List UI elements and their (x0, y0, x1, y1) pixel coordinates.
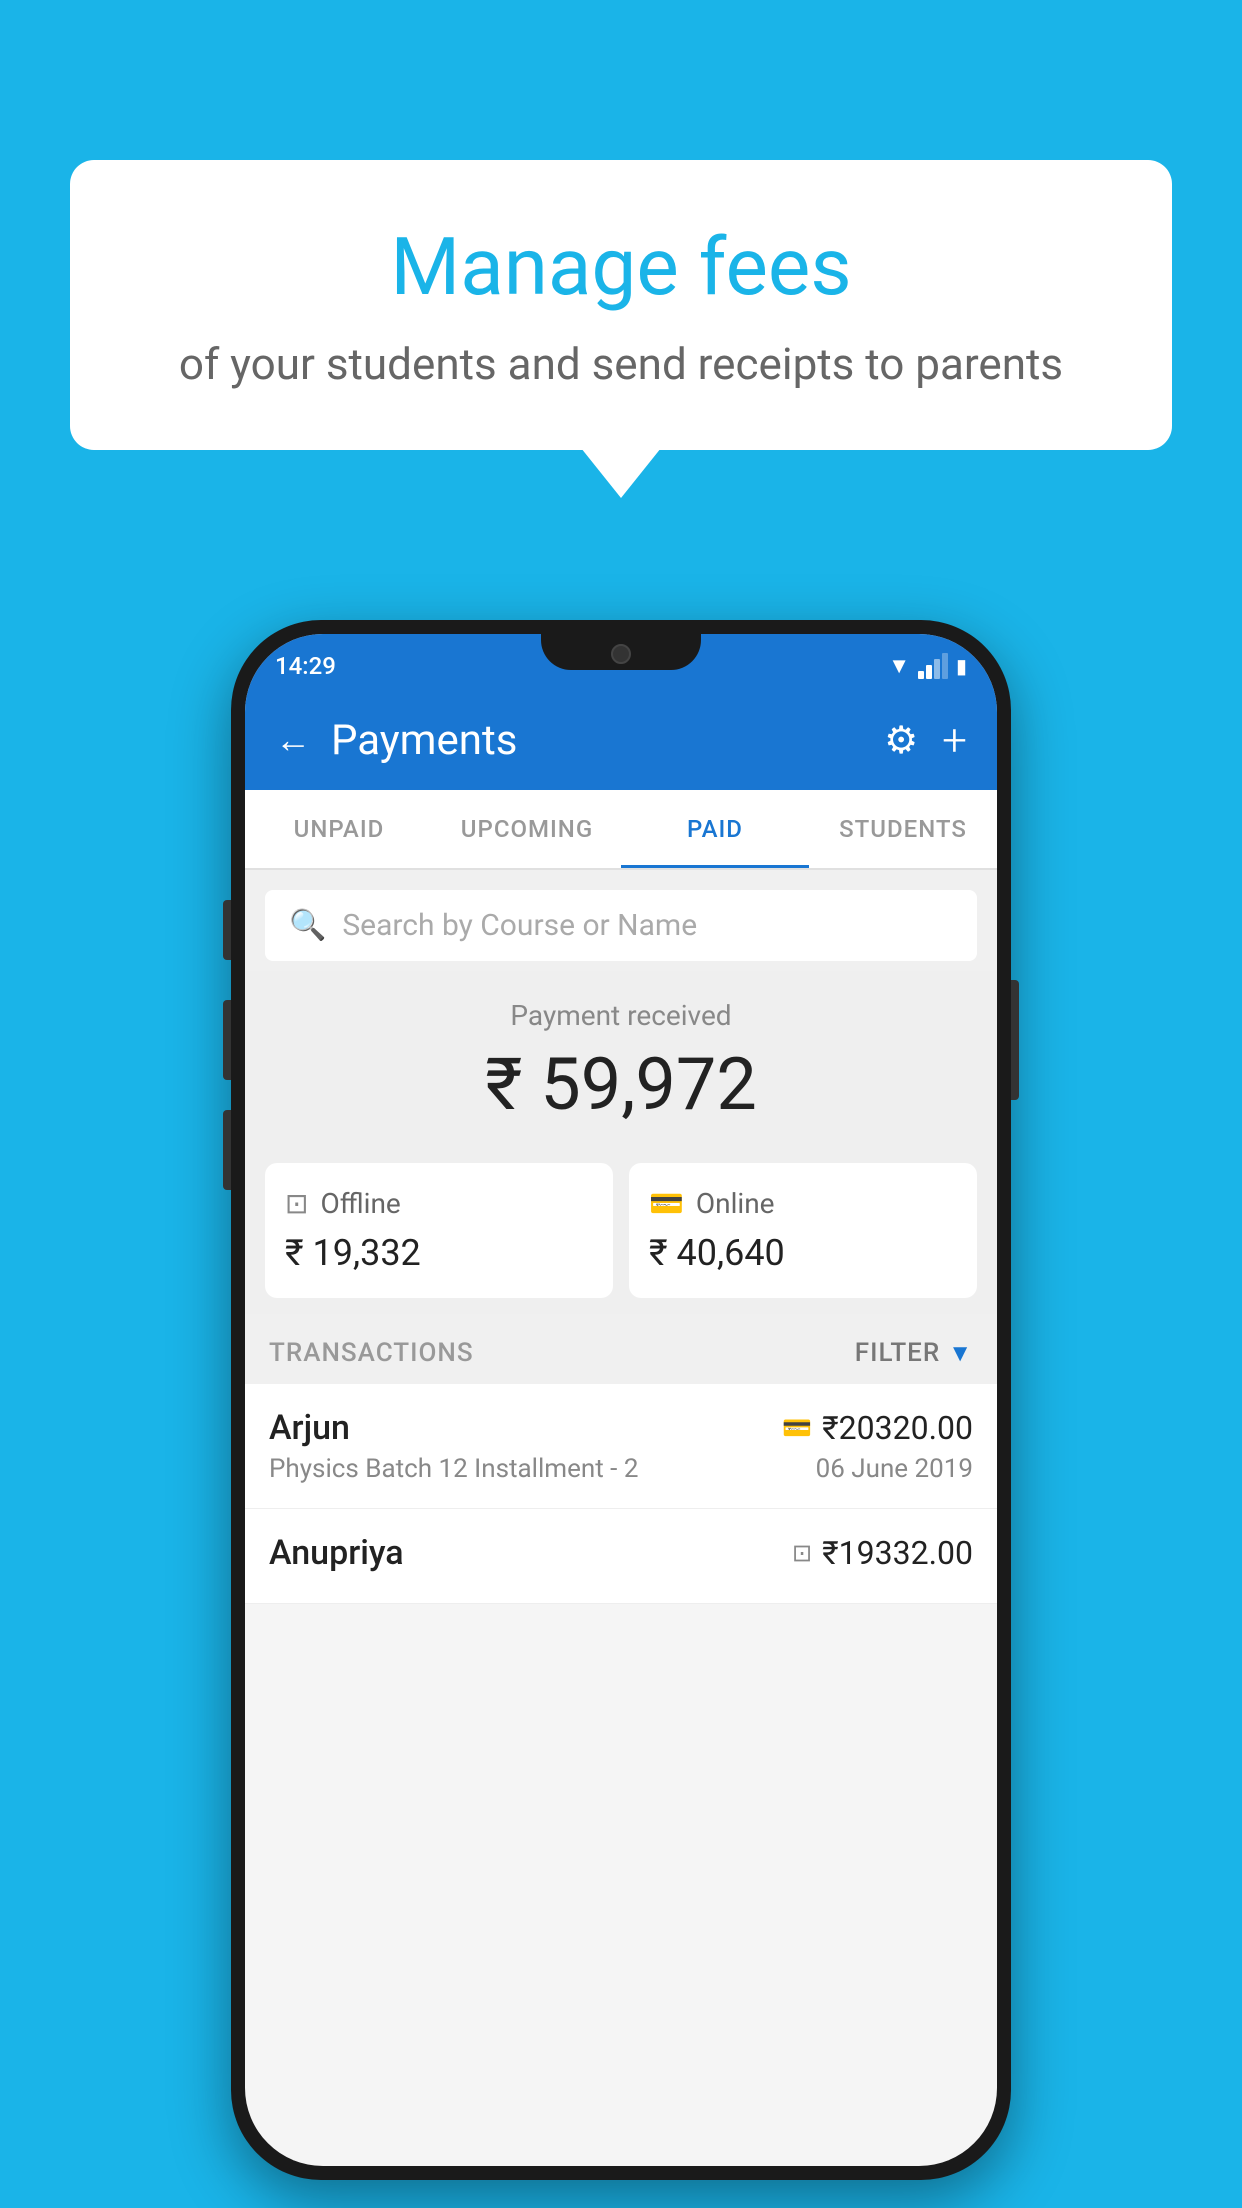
transaction-name-1: Arjun (269, 1408, 350, 1448)
volume-button-2 (223, 1000, 231, 1080)
payment-cards-row: ⊡ Offline ₹ 19,332 💳 Online ₹ 40,640 (245, 1147, 997, 1314)
payment-received-section: Payment received ₹ 59,972 (245, 971, 997, 1147)
volume-button-3 (223, 1110, 231, 1190)
transaction-date-1: 06 June 2019 (816, 1454, 973, 1484)
online-label: Online (696, 1187, 775, 1220)
wifi-icon: ▼ (888, 653, 910, 679)
offline-payment-card: ⊡ Offline ₹ 19,332 (265, 1163, 613, 1298)
status-time: 14:29 (275, 652, 336, 680)
filter-label: FILTER (855, 1338, 940, 1368)
speech-bubble-title: Manage fees (130, 220, 1112, 314)
front-camera (611, 644, 631, 664)
transaction-row[interactable]: Arjun 💳 ₹20320.00 Physics Batch 12 Insta… (245, 1384, 997, 1509)
speech-bubble-subtitle: of your students and send receipts to pa… (130, 338, 1112, 390)
filter-icon: ▼ (948, 1339, 973, 1368)
tab-unpaid[interactable]: UNPAID (245, 790, 433, 868)
transaction-type-icon-2: ⊡ (792, 1539, 812, 1567)
payment-total-amount: ₹ 59,972 (245, 1042, 997, 1127)
battery-icon: ▮ (956, 654, 967, 678)
volume-button-1 (223, 900, 231, 960)
online-payment-card: 💳 Online ₹ 40,640 (629, 1163, 977, 1298)
content-area: 🔍 Search by Course or Name Payment recei… (245, 870, 997, 1604)
transaction-course-1: Physics Batch 12 Installment - 2 (269, 1454, 638, 1484)
transaction-type-icon-1: 💳 (782, 1414, 812, 1442)
tab-students[interactable]: STUDENTS (809, 790, 997, 868)
online-amount: ₹ 40,640 (649, 1232, 957, 1274)
tab-upcoming[interactable]: UPCOMING (433, 790, 621, 868)
transactions-label: TRANSACTIONS (269, 1338, 474, 1368)
transaction-amount-2: ₹19332.00 (822, 1534, 973, 1572)
filter-button[interactable]: FILTER ▼ (855, 1338, 973, 1368)
transaction-row[interactable]: Anupriya ⊡ ₹19332.00 (245, 1509, 997, 1604)
back-button[interactable]: ← (275, 719, 311, 761)
online-icon: 💳 (649, 1187, 684, 1220)
status-icons: ▼ ▮ (888, 653, 967, 679)
search-placeholder: Search by Course or Name (342, 908, 697, 943)
payment-received-label: Payment received (245, 999, 997, 1032)
phone-device: 14:29 ▼ ▮ ← Payments (231, 620, 1011, 2180)
transaction-amount-1: ₹20320.00 (822, 1409, 973, 1447)
search-icon: 🔍 (289, 908, 326, 943)
add-button[interactable]: + (942, 714, 967, 766)
transactions-header: TRANSACTIONS FILTER ▼ (245, 1314, 997, 1384)
offline-icon: ⊡ (285, 1187, 308, 1220)
speech-bubble-container: Manage fees of your students and send re… (70, 160, 1172, 450)
transaction-name-2: Anupriya (269, 1533, 404, 1573)
page-title: Payments (331, 716, 517, 765)
tab-bar: UNPAID UPCOMING PAID STUDENTS (245, 790, 997, 870)
offline-amount: ₹ 19,332 (285, 1232, 593, 1274)
offline-label: Offline (320, 1187, 400, 1220)
tab-paid[interactable]: PAID (621, 790, 809, 868)
phone-notch (541, 634, 701, 670)
settings-icon[interactable]: ⚙ (884, 718, 918, 763)
search-bar[interactable]: 🔍 Search by Course or Name (265, 890, 977, 961)
signal-icon (918, 653, 948, 679)
speech-bubble: Manage fees of your students and send re… (70, 160, 1172, 450)
app-header: ← Payments ⚙ + (245, 690, 997, 790)
power-button (1011, 980, 1019, 1100)
